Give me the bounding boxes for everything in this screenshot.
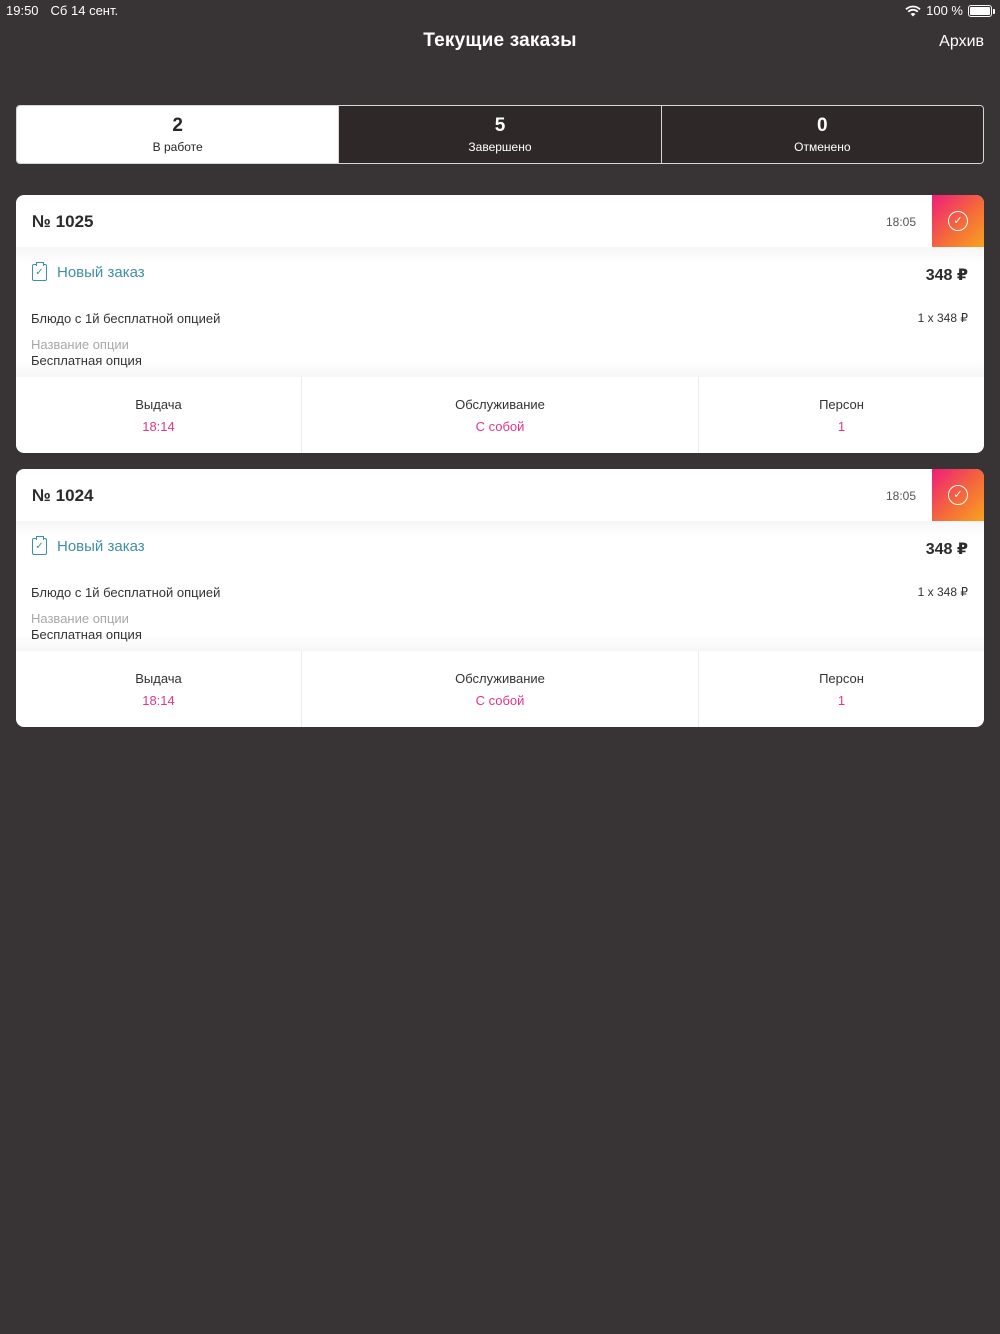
order-status-text: Новый заказ — [57, 264, 145, 281]
order-card-body: ✓ Новый заказ 348 ₽ Блюдо с 1й бесплатно… — [16, 247, 984, 377]
persons-label: Персон — [819, 671, 864, 686]
status-time: 19:50 — [6, 3, 39, 18]
order-card-footer: Выдача 18:14 Обслуживание С собой Персон… — [16, 377, 984, 453]
order-card[interactable]: № 1024 18:05 ✓ ✓ Новый заказ 348 ₽ Блюдо… — [16, 469, 984, 727]
segment-in-progress[interactable]: 2 В работе — [17, 106, 339, 163]
option-value: Бесплатная опция — [31, 353, 142, 368]
option-label: Название опции — [31, 611, 129, 626]
service-label: Обслуживание — [455, 397, 545, 412]
check-circle-icon: ✓ — [948, 485, 968, 505]
service-value: С собой — [475, 693, 525, 708]
pickup-info: Выдача 18:14 — [16, 651, 301, 727]
service-label: Обслуживание — [455, 671, 545, 686]
confirm-order-button[interactable]: ✓ — [932, 195, 984, 247]
segment-label: В работе — [152, 140, 203, 154]
service-info: Обслуживание С собой — [301, 377, 698, 453]
item-name: Блюдо с 1й бесплатной опцией — [31, 311, 221, 326]
check-circle-icon: ✓ — [948, 211, 968, 231]
persons-info: Персон 1 — [698, 651, 984, 727]
pickup-value: 18:14 — [142, 419, 175, 434]
order-card-footer: Выдача 18:14 Обслуживание С собой Персон… — [16, 651, 984, 727]
item-name: Блюдо с 1й бесплатной опцией — [31, 585, 221, 600]
page-title: Текущие заказы — [423, 30, 577, 51]
clipboard-check-icon: ✓ — [32, 536, 47, 555]
order-number: № 1025 — [32, 212, 94, 231]
order-status: ✓ Новый заказ — [32, 262, 145, 281]
pickup-label: Выдача — [135, 397, 182, 412]
battery-percent: 100 % — [926, 3, 963, 18]
order-total: 348 ₽ — [925, 267, 968, 284]
order-time: 18:05 — [885, 215, 916, 229]
order-status: ✓ Новый заказ — [32, 536, 145, 555]
segment-count: 0 — [817, 115, 828, 136]
segment-completed[interactable]: 5 Завершено — [338, 106, 661, 163]
order-card-body: ✓ Новый заказ 348 ₽ Блюдо с 1й бесплатно… — [16, 521, 984, 651]
status-bar: 19:50 Сб 14 сент. 100 % — [0, 0, 1000, 20]
pickup-value: 18:14 — [142, 693, 175, 708]
segment-cancelled[interactable]: 0 Отменено — [660, 106, 983, 163]
order-total: 348 ₽ — [925, 541, 968, 558]
pickup-info: Выдача 18:14 — [16, 377, 301, 453]
order-card[interactable]: № 1025 18:05 ✓ ✓ Новый заказ 348 ₽ Блюдо… — [16, 195, 984, 453]
service-value: С собой — [475, 419, 525, 434]
confirm-order-button[interactable]: ✓ — [932, 469, 984, 521]
persons-info: Персон 1 — [698, 377, 984, 453]
pickup-label: Выдача — [135, 671, 182, 686]
item-quantity-price: 1 x 348 ₽ — [917, 585, 968, 599]
order-status-text: Новый заказ — [57, 538, 145, 555]
persons-value: 1 — [837, 693, 846, 708]
segment-label: Завершено — [468, 140, 532, 154]
order-card-header: № 1025 18:05 ✓ — [16, 195, 984, 247]
order-status-segments: 2 В работе 5 Завершено 0 Отменено — [16, 105, 984, 164]
clipboard-check-icon: ✓ — [32, 262, 47, 281]
status-date: Сб 14 сент. — [50, 3, 119, 18]
segment-count: 2 — [172, 115, 183, 136]
order-number: № 1024 — [32, 486, 94, 505]
item-quantity-price: 1 x 348 ₽ — [917, 311, 968, 325]
battery-icon — [968, 4, 995, 17]
order-card-header: № 1024 18:05 ✓ — [16, 469, 984, 521]
persons-label: Персон — [819, 397, 864, 412]
wifi-icon — [905, 5, 921, 16]
segment-count: 5 — [494, 115, 506, 136]
order-time: 18:05 — [885, 489, 916, 503]
segment-label: Отменено — [794, 140, 851, 154]
option-value: Бесплатная опция — [31, 627, 142, 642]
persons-value: 1 — [837, 419, 846, 434]
service-info: Обслуживание С собой — [301, 651, 698, 727]
option-label: Название опции — [31, 337, 129, 352]
archive-button[interactable]: Архив — [939, 33, 984, 51]
